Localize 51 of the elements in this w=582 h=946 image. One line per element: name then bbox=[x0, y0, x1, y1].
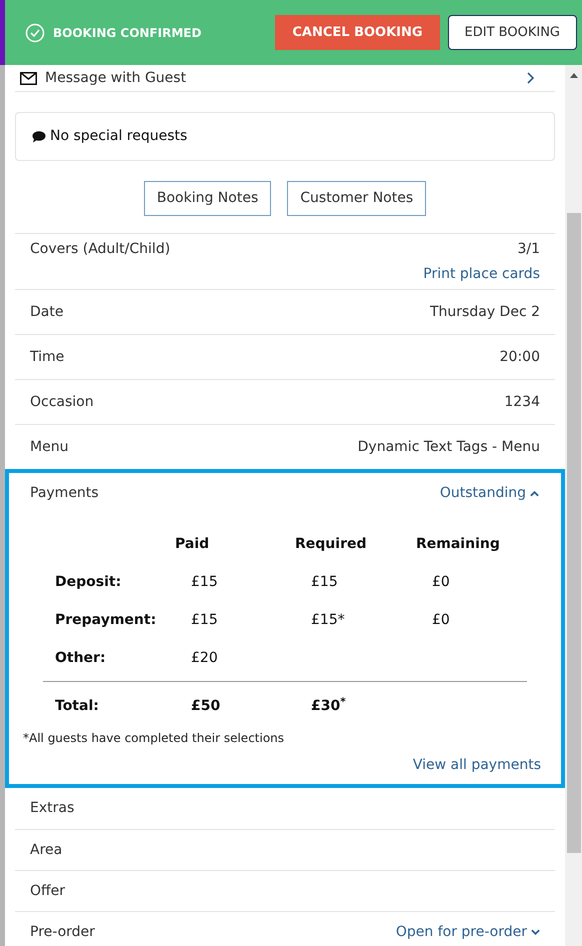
detail-label: Pre-order bbox=[30, 922, 95, 942]
detail-value: 3/1 bbox=[517, 240, 540, 258]
check-circle-icon bbox=[25, 22, 45, 42]
detail-label: Menu bbox=[30, 438, 68, 456]
detail-label: Offer bbox=[30, 882, 66, 900]
amount: £15* bbox=[311, 611, 346, 630]
detail-value: Thursday Dec 2 bbox=[430, 302, 540, 322]
scroll-up-icon bbox=[570, 73, 578, 78]
detail-label: Date bbox=[30, 302, 64, 322]
cancel-booking-button[interactable]: CANCEL BOOKING bbox=[275, 15, 440, 50]
chevron-down-icon bbox=[531, 929, 540, 935]
total-amount: £50 bbox=[191, 697, 222, 716]
outstanding-toggle[interactable]: Outstanding bbox=[440, 483, 539, 504]
payment-type: Other: bbox=[54, 649, 107, 668]
detail-value: Dynamic Text Tags - Menu bbox=[358, 438, 540, 456]
total-amount: £30$^{*}$ bbox=[311, 696, 347, 716]
message-guest-row[interactable]: Message with Guest bbox=[15, 65, 555, 92]
detail-label: Time bbox=[30, 348, 64, 366]
column-header: Paid bbox=[175, 535, 210, 554]
special-requests-text: No special requests bbox=[50, 127, 188, 146]
amount: £15 bbox=[191, 573, 219, 592]
edit-booking-button[interactable]: EDIT BOOKING bbox=[448, 15, 577, 50]
scrollbar-thumb[interactable] bbox=[566, 213, 580, 853]
detail-value: 20:00 bbox=[500, 348, 540, 366]
column-header: Required bbox=[295, 535, 368, 554]
payment-type: Prepayment: bbox=[54, 611, 158, 630]
payments-label: Payments bbox=[30, 484, 99, 503]
chevron-right-icon bbox=[527, 72, 534, 84]
chevron-up-icon bbox=[530, 490, 539, 496]
payment-type: Deposit: bbox=[54, 573, 122, 592]
booking-status: BOOKING CONFIRMED bbox=[53, 24, 202, 42]
amount: £0 bbox=[432, 573, 451, 592]
amount: £15 bbox=[191, 611, 219, 630]
payment-type: Total: bbox=[55, 697, 100, 716]
envelope-icon bbox=[20, 72, 37, 84]
detail-label: Extras bbox=[30, 799, 74, 818]
column-header: Remaining bbox=[416, 535, 501, 554]
footnote: *All guests have completed their selections bbox=[23, 730, 286, 747]
pre-order-toggle[interactable]: Open for pre-order bbox=[396, 922, 540, 942]
notes-button[interactable]: Customer Notes bbox=[287, 181, 426, 216]
detail-label: Area bbox=[30, 840, 62, 860]
detail-label: Occasion bbox=[30, 392, 94, 412]
amount: £20 bbox=[191, 649, 219, 668]
notes-button[interactable]: Booking Notes bbox=[144, 181, 272, 216]
detail-value: 1234 bbox=[504, 392, 540, 412]
detail-label: Covers (Adult/Child) bbox=[30, 240, 170, 258]
view-all-payments-link[interactable]: View all payments bbox=[412, 755, 541, 776]
print-place-cards-link[interactable]: Print place cards bbox=[423, 264, 540, 284]
amount: £15 bbox=[311, 573, 339, 592]
speech-bubble-icon bbox=[32, 130, 46, 142]
amount: £0 bbox=[432, 611, 451, 630]
